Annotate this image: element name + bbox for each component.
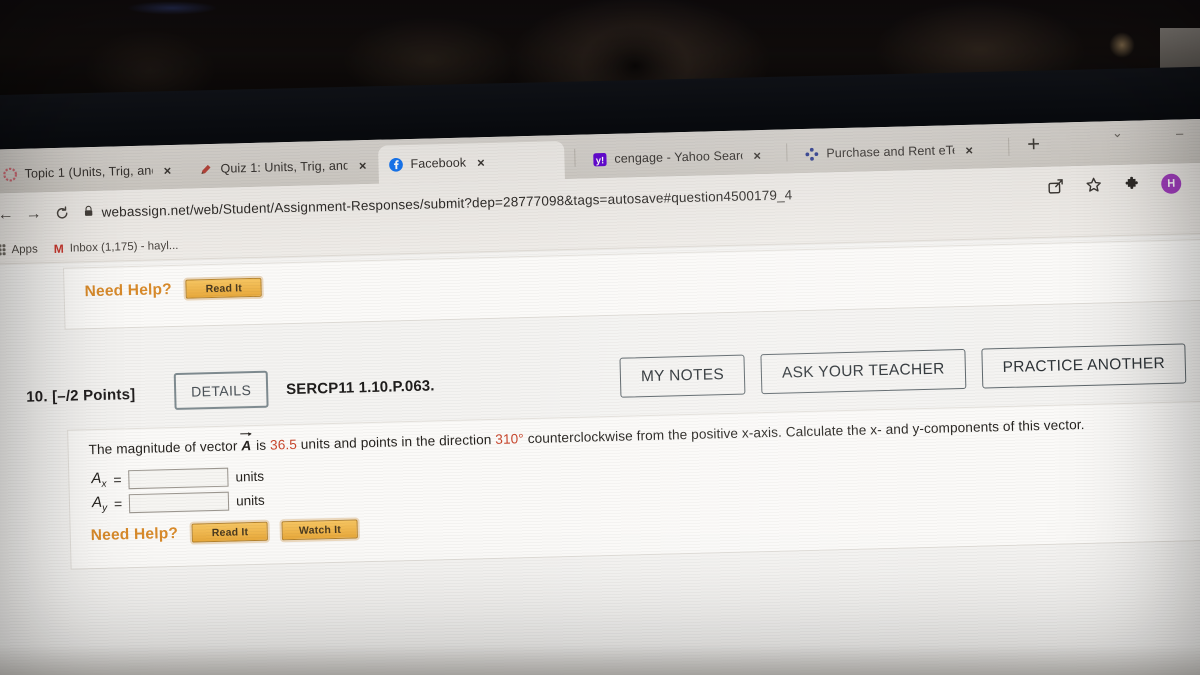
equals-sign: =: [113, 495, 123, 512]
url-text: webassign.net/web/Student/Assignment-Res…: [101, 187, 793, 220]
tab-title: cengage - Yahoo Search: [614, 148, 743, 166]
bookmark-apps[interactable]: Apps: [0, 243, 38, 256]
question-prompt: The magnitude of vector A is 36.5 units …: [88, 417, 1084, 457]
browser-tab-quiz1[interactable]: Quiz 1: Units, Trig, and Ve ×: [188, 146, 375, 189]
apps-grid-icon: [0, 244, 6, 256]
ring-icon: [2, 166, 18, 181]
cengage-icon: [804, 146, 819, 161]
back-button[interactable]: ←: [0, 205, 20, 224]
minimize-icon[interactable]: –: [1176, 125, 1184, 140]
answer-row-ax: Ax = units: [91, 466, 264, 490]
question-action-buttons: MY NOTES ASK YOUR TEACHER PRACTICE ANOTH…: [619, 343, 1187, 398]
need-help-label: Need Help?: [84, 280, 173, 300]
ask-your-teacher-button[interactable]: ASK YOUR TEACHER: [760, 348, 967, 395]
answer-input-ay[interactable]: [128, 491, 230, 513]
question-body-card: The magnitude of vector A is 36.5 units …: [67, 400, 1200, 570]
angle-value: 310°: [495, 431, 525, 447]
tab-close-icon[interactable]: ×: [355, 158, 367, 173]
tab-separator: [1008, 137, 1010, 156]
answer-row-ay: Ay = units: [92, 490, 265, 514]
prompt-part-1: The magnitude of vector: [88, 438, 242, 458]
gmail-icon: M: [53, 241, 64, 256]
read-it-button[interactable]: Read It: [185, 277, 263, 299]
bookmark-label: Apps: [11, 242, 38, 256]
variable-label-ay: Ay: [91, 493, 108, 514]
webassign-page: Need Help? Read It 10. [–/2 Points] DETA…: [0, 234, 1200, 675]
practice-another-button[interactable]: PRACTICE ANOTHER: [981, 343, 1187, 389]
photo-of-laptop-screen: Topic 1 (Units, Trig, and V × Quiz 1: Un…: [0, 0, 1200, 675]
extensions-puzzle-icon[interactable]: [1123, 175, 1141, 193]
forward-button[interactable]: →: [19, 205, 47, 224]
browser-tab-cengage-etextbook[interactable]: Purchase and Rent eTextb ×: [794, 130, 1001, 173]
details-button[interactable]: DETAILS: [173, 370, 269, 411]
chevron-down-icon[interactable]: ⌄: [1112, 125, 1123, 141]
page-left-gutter: [0, 263, 75, 675]
browser-tab-topic1[interactable]: Topic 1 (Units, Trig, and V ×: [0, 151, 187, 194]
avatar[interactable]: H: [1160, 173, 1182, 194]
variable-label-ax: Ax: [91, 469, 107, 490]
unit-label-ay: units: [235, 492, 265, 508]
need-help-group-top: Need Help? Read It: [84, 277, 263, 301]
bookmark-star-icon[interactable]: [1085, 176, 1103, 194]
reload-button[interactable]: [47, 204, 75, 223]
tab-separator: [786, 143, 788, 162]
unit-label-ax: units: [235, 468, 265, 484]
pencil-icon: [198, 161, 213, 176]
new-tab-button[interactable]: +: [1027, 131, 1040, 156]
question-code: SERCP11 1.10.P.063.: [285, 377, 435, 399]
tab-title: Quiz 1: Units, Trig, and Ve: [220, 158, 349, 176]
laptop-screen: Topic 1 (Units, Trig, and V × Quiz 1: Un…: [0, 118, 1200, 675]
read-it-button[interactable]: Read It: [191, 521, 269, 543]
lock-icon: [83, 205, 93, 220]
equals-sign: =: [113, 471, 122, 488]
prompt-part-2: is: [252, 437, 271, 454]
tab-title: Facebook: [410, 155, 467, 171]
question-number: 10.: [26, 388, 48, 406]
browser-tab-yahoo-search[interactable]: y! cengage - Yahoo Search ×: [582, 136, 777, 179]
tab-close-icon[interactable]: ×: [961, 142, 973, 157]
question-number-and-points: 10. [–/2 Points]: [26, 386, 135, 406]
toolbar-actions: H: [1047, 171, 1200, 197]
vector-a-symbol: A: [241, 438, 252, 454]
watch-it-button[interactable]: Watch It: [281, 519, 359, 541]
tab-separator: [574, 148, 576, 167]
tab-close-icon[interactable]: ×: [159, 163, 171, 178]
tab-title: Purchase and Rent eTextb: [826, 143, 955, 161]
need-help-group-question: Need Help? Read It Watch It: [91, 519, 359, 545]
prompt-part-3: units and points in the direction: [296, 431, 496, 452]
magnitude-value: 36.5: [269, 436, 298, 453]
browser-tab-facebook[interactable]: Facebook ×: [378, 141, 565, 184]
window-controls: ⌄ –: [1104, 118, 1200, 147]
facebook-icon: [388, 157, 403, 172]
prompt-part-4: counterclockwise from the positive x-axi…: [523, 416, 1085, 447]
svg-text:y!: y!: [596, 155, 605, 165]
bookmark-label: Inbox (1,175) - hayl...: [69, 239, 179, 255]
bookmark-inbox[interactable]: M Inbox (1,175) - hayl...: [53, 239, 179, 256]
answer-input-ax[interactable]: [128, 467, 229, 489]
tab-close-icon[interactable]: ×: [473, 155, 485, 170]
need-help-label: Need Help?: [90, 524, 179, 544]
tab-close-icon[interactable]: ×: [749, 148, 761, 163]
my-notes-button[interactable]: MY NOTES: [619, 354, 746, 398]
yahoo-icon: y!: [592, 151, 607, 166]
question-points: [–/2 Points]: [51, 385, 136, 406]
tab-title: Topic 1 (Units, Trig, and V: [24, 163, 153, 181]
share-icon[interactable]: [1047, 177, 1065, 195]
